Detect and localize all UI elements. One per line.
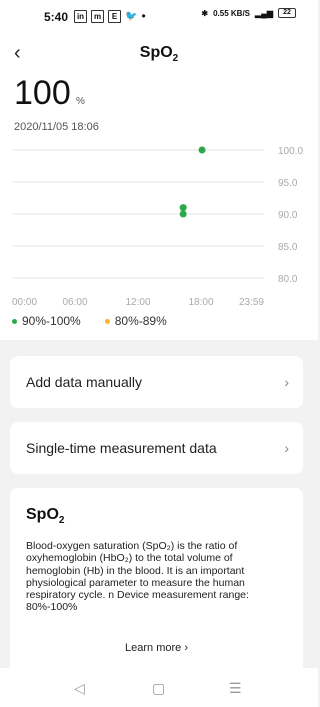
nav-menu-icon[interactable]: ☰ <box>229 680 242 697</box>
nav-back-icon[interactable]: ◁ <box>74 680 85 697</box>
title-subscript: 2 <box>172 53 179 65</box>
info-title-subscript: 2 <box>58 515 65 527</box>
page-title: SpO2 <box>0 44 318 64</box>
linkedin-icon: in <box>74 9 87 23</box>
battery-icon: 22 <box>278 8 296 18</box>
chart-legend: 90%-100% 80%-89% <box>12 314 167 328</box>
info-description: Blood-oxygen saturation (SpO₂) is the ra… <box>26 540 249 614</box>
single-measurement-label: Single-time measurement data <box>26 440 217 456</box>
spo2-info-card: SpO2 Blood-oxygen saturation (SpO₂) is t… <box>10 488 303 678</box>
spo2-value: 100 <box>14 74 71 112</box>
nav-home-icon[interactable]: ▢ <box>152 680 165 697</box>
y-tick-label: 95.0 <box>278 178 298 189</box>
x-tick-label: 23:59 <box>239 297 264 308</box>
system-icons: ✱ 0.55 KB/S ▂▄▆ 22 <box>201 8 296 18</box>
legend-item: 90%-100% <box>12 314 81 328</box>
spo2-chart: 100.0 95.0 90.0 85.0 80.0 00:00 06:00 12:00 18:0… <box>12 146 303 308</box>
learn-more-label: Learn more <box>125 642 182 654</box>
legend-item: 80%-89% <box>104 314 167 328</box>
spo2-unit: % <box>76 96 85 107</box>
learn-more-link[interactable]: Learn more › <box>10 642 303 654</box>
single-measurement-row[interactable]: Single-time measurement data › <box>10 422 303 474</box>
data-point[interactable] <box>179 210 187 218</box>
x-tick-label: 12:00 <box>125 297 150 308</box>
add-data-label: Add data manually <box>26 374 142 390</box>
y-tick-label: 80.0 <box>278 274 298 285</box>
status-time: 5:40 <box>44 10 69 24</box>
y-tick-label: 90.0 <box>278 210 298 221</box>
app-e-icon: E <box>108 9 121 23</box>
x-tick-label: 00:00 <box>12 297 37 308</box>
status-bar: 5:40 in m E 🐦 • ✱ 0.55 KB/S ▂▄▆ 22 <box>0 0 318 30</box>
y-tick-label: 85.0 <box>278 242 298 253</box>
chevron-right-icon: › <box>284 440 289 456</box>
navigation-bar: ◁ ▢ ☰ <box>0 668 318 707</box>
info-title: SpO2 <box>26 506 64 526</box>
info-title-text: SpO <box>26 506 59 523</box>
twitter-icon: 🐦 <box>125 10 138 22</box>
notification-icons: in m E 🐦 • <box>74 9 146 23</box>
spo2-summary-card: ‹ SpO2 100 % 2020/11/05 18:06 100.0 95.0 9… <box>0 30 318 340</box>
title-text: SpO <box>139 44 173 61</box>
add-data-manually-row[interactable]: Add data manually › <box>10 356 303 408</box>
legend-label: 80%-89% <box>114 314 167 328</box>
chevron-right-icon: › <box>284 374 289 390</box>
reading-timestamp: 2020/11/05 18:06 <box>14 121 99 133</box>
dot-icon: • <box>141 9 146 23</box>
x-tick-label: 18:00 <box>188 297 213 308</box>
x-tick-label: 06:00 <box>62 297 87 308</box>
bluetooth-icon: ✱ <box>201 8 209 18</box>
data-point[interactable] <box>198 146 206 154</box>
y-tick-label: 100.0 <box>278 146 303 157</box>
legend-label: 90%-100% <box>22 314 81 328</box>
message-icon: m <box>91 9 104 23</box>
data-point[interactable] <box>179 204 187 212</box>
legend-dot-yellow <box>104 319 110 325</box>
network-speed: 0.55 KB/S <box>213 8 251 18</box>
legend-dot-green <box>12 319 17 325</box>
signal-icon: ▂▄▆ <box>255 8 273 18</box>
